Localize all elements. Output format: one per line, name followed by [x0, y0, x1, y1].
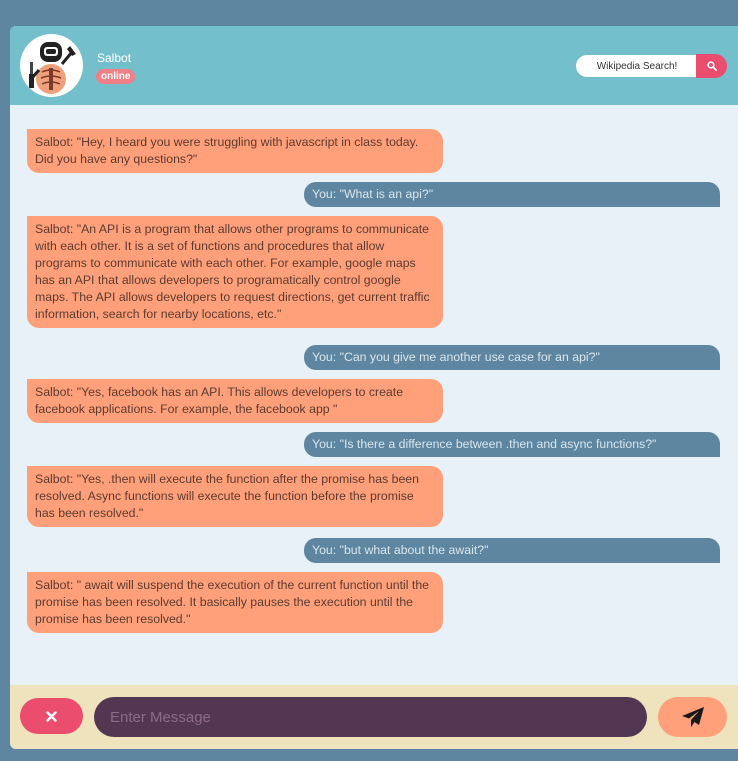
user-message: You: "but what about the await?" [304, 538, 720, 563]
bot-message: Salbot: "Yes, facebook has an API. This … [27, 379, 443, 423]
bot-message: Salbot: "Yes, .then will execute the fun… [27, 466, 443, 527]
user-message: You: "Is there a difference between .the… [304, 432, 720, 457]
paper-plane-icon [681, 707, 704, 727]
clear-button[interactable] [20, 698, 83, 734]
user-message: You: "Can you give me another use case f… [304, 345, 720, 370]
chat-window: Salbot online Salbot: "Hey, I heard you … [10, 26, 738, 749]
bot-message: Salbot: "An API is a program that allows… [27, 216, 443, 328]
message-input[interactable] [94, 697, 647, 737]
chat-header: Salbot online [10, 26, 738, 105]
send-button[interactable] [658, 697, 727, 737]
search-icon [706, 61, 717, 71]
close-icon [46, 710, 57, 722]
wikipedia-search-input[interactable] [576, 55, 698, 77]
bot-avatar [20, 34, 83, 97]
chat-footer [10, 685, 738, 749]
status-badge: online [96, 69, 136, 84]
robot-chef-avatar-icon [29, 42, 76, 94]
search-button[interactable] [696, 54, 727, 78]
bot-message: Salbot: " await will suspend the executi… [27, 572, 443, 633]
user-message: You: "What is an api?" [304, 182, 720, 207]
message-list: Salbot: "Hey, I heard you were strugglin… [10, 105, 738, 685]
bot-message: Salbot: "Hey, I heard you were strugglin… [27, 129, 443, 173]
bot-name: Salbot [97, 51, 132, 65]
